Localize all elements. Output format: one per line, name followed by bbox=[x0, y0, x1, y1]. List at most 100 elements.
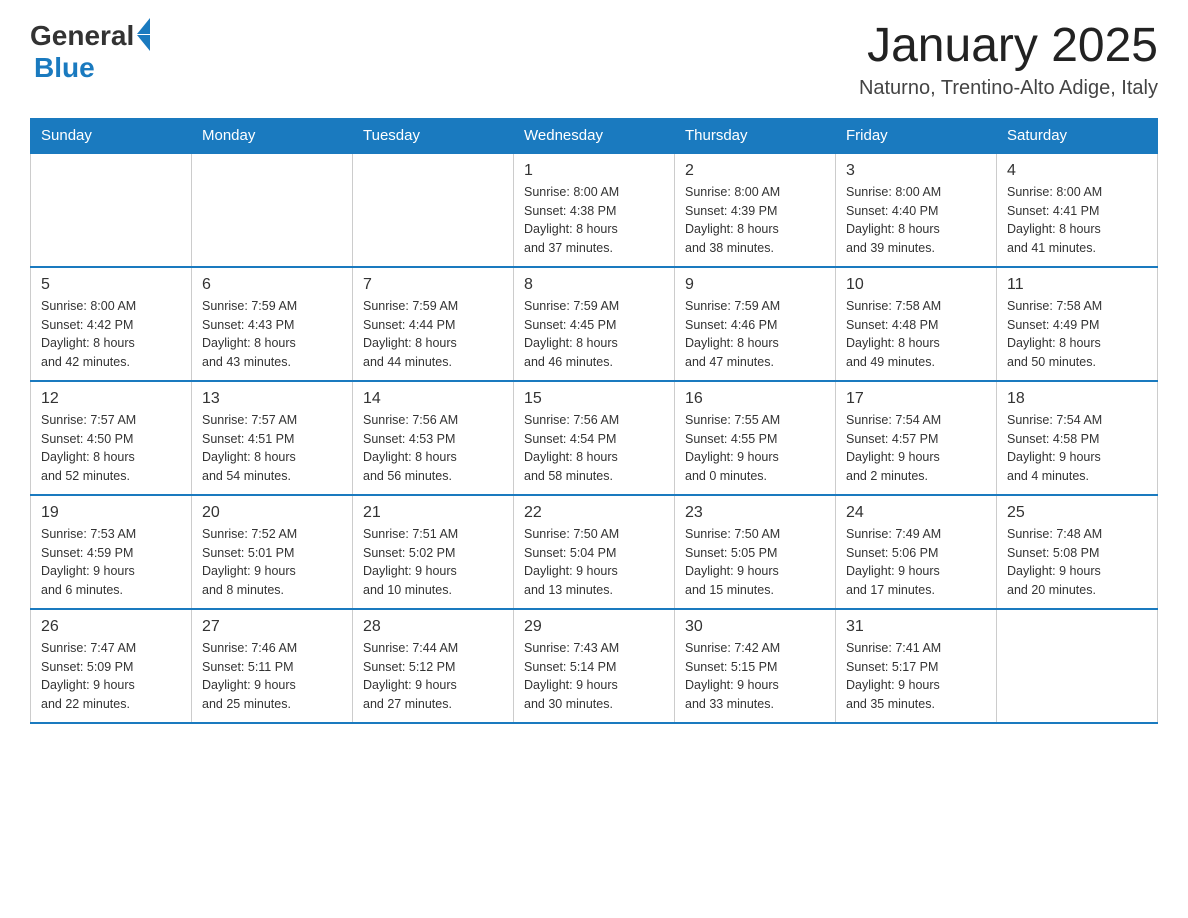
day-number: 25 bbox=[1007, 504, 1147, 522]
logo-blue: Blue bbox=[34, 52, 95, 84]
calendar-cell: 29 Sunrise: 7:43 AMSunset: 5:14 PMDayligh… bbox=[514, 609, 675, 723]
calendar-cell: 31 Sunrise: 7:41 AMSunset: 5:17 PMDayligh… bbox=[836, 609, 997, 723]
day-number: 2 bbox=[685, 162, 825, 180]
day-info: Sunrise: 7:53 AMSunset: 4:59 PMDaylight:… bbox=[41, 525, 181, 600]
calendar-cell: 10 Sunrise: 7:58 AMSunset: 4:48 PMDayligh… bbox=[836, 267, 997, 381]
calendar-cell: 9 Sunrise: 7:59 AMSunset: 4:46 PMDaylight… bbox=[675, 267, 836, 381]
calendar-subtitle: Naturno, Trentino-Alto Adige, Italy bbox=[859, 77, 1158, 100]
day-number: 26 bbox=[41, 618, 181, 636]
calendar-cell: 21 Sunrise: 7:51 AMSunset: 5:02 PMDayligh… bbox=[353, 495, 514, 609]
calendar-cell: 12 Sunrise: 7:57 AMSunset: 4:50 PMDayligh… bbox=[31, 381, 192, 495]
day-info: Sunrise: 8:00 AMSunset: 4:42 PMDaylight:… bbox=[41, 297, 181, 372]
calendar-title: January 2025 bbox=[859, 20, 1158, 73]
day-info: Sunrise: 7:47 AMSunset: 5:09 PMDaylight:… bbox=[41, 639, 181, 714]
day-number: 14 bbox=[363, 390, 503, 408]
day-info: Sunrise: 7:56 AMSunset: 4:53 PMDaylight:… bbox=[363, 411, 503, 486]
day-info: Sunrise: 7:54 AMSunset: 4:57 PMDaylight:… bbox=[846, 411, 986, 486]
calendar-cell: 6 Sunrise: 7:59 AMSunset: 4:43 PMDaylight… bbox=[192, 267, 353, 381]
calendar-cell: 17 Sunrise: 7:54 AMSunset: 4:57 PMDayligh… bbox=[836, 381, 997, 495]
day-number: 13 bbox=[202, 390, 342, 408]
day-info: Sunrise: 7:57 AMSunset: 4:50 PMDaylight:… bbox=[41, 411, 181, 486]
calendar-cell: 4 Sunrise: 8:00 AMSunset: 4:41 PMDaylight… bbox=[997, 153, 1158, 267]
day-number: 1 bbox=[524, 162, 664, 180]
calendar-cell: 11 Sunrise: 7:58 AMSunset: 4:49 PMDayligh… bbox=[997, 267, 1158, 381]
header-tuesday: Tuesday bbox=[353, 118, 514, 153]
day-info: Sunrise: 7:44 AMSunset: 5:12 PMDaylight:… bbox=[363, 639, 503, 714]
header-sunday: Sunday bbox=[31, 118, 192, 153]
calendar-cell: 19 Sunrise: 7:53 AMSunset: 4:59 PMDayligh… bbox=[31, 495, 192, 609]
day-info: Sunrise: 7:54 AMSunset: 4:58 PMDaylight:… bbox=[1007, 411, 1147, 486]
day-number: 31 bbox=[846, 618, 986, 636]
calendar-table: SundayMondayTuesdayWednesdayThursdayFrid… bbox=[30, 118, 1158, 724]
day-number: 3 bbox=[846, 162, 986, 180]
header-monday: Monday bbox=[192, 118, 353, 153]
title-area: January 2025 Naturno, Trentino-Alto Adig… bbox=[859, 20, 1158, 100]
header-wednesday: Wednesday bbox=[514, 118, 675, 153]
calendar-cell bbox=[192, 153, 353, 267]
day-number: 19 bbox=[41, 504, 181, 522]
day-number: 16 bbox=[685, 390, 825, 408]
calendar-cell: 7 Sunrise: 7:59 AMSunset: 4:44 PMDaylight… bbox=[353, 267, 514, 381]
calendar-cell: 3 Sunrise: 8:00 AMSunset: 4:40 PMDaylight… bbox=[836, 153, 997, 267]
day-number: 11 bbox=[1007, 276, 1147, 294]
day-number: 23 bbox=[685, 504, 825, 522]
day-info: Sunrise: 7:51 AMSunset: 5:02 PMDaylight:… bbox=[363, 525, 503, 600]
calendar-cell: 27Sunrise: 7:46 AMSunset: 5:11 PMDayligh… bbox=[192, 609, 353, 723]
day-info: Sunrise: 8:00 AMSunset: 4:41 PMDaylight:… bbox=[1007, 183, 1147, 258]
day-info: Sunrise: 7:59 AMSunset: 4:44 PMDaylight:… bbox=[363, 297, 503, 372]
day-info: Sunrise: 7:56 AMSunset: 4:54 PMDaylight:… bbox=[524, 411, 664, 486]
calendar-cell bbox=[997, 609, 1158, 723]
calendar-cell: 26 Sunrise: 7:47 AMSunset: 5:09 PMDayligh… bbox=[31, 609, 192, 723]
calendar-cell: 8Sunrise: 7:59 AMSunset: 4:45 PMDaylight… bbox=[514, 267, 675, 381]
calendar-cell: 24Sunrise: 7:49 AMSunset: 5:06 PMDayligh… bbox=[836, 495, 997, 609]
calendar-cell: 25 Sunrise: 7:48 AMSunset: 5:08 PMDayligh… bbox=[997, 495, 1158, 609]
logo-general: General bbox=[30, 20, 134, 52]
calendar-cell: 1 Sunrise: 8:00 AMSunset: 4:38 PMDaylight… bbox=[514, 153, 675, 267]
day-info: Sunrise: 7:58 AMSunset: 4:49 PMDaylight:… bbox=[1007, 297, 1147, 372]
day-number: 10 bbox=[846, 276, 986, 294]
day-info: Sunrise: 7:59 AMSunset: 4:45 PMDaylight:… bbox=[524, 297, 664, 372]
day-number: 22 bbox=[524, 504, 664, 522]
calendar-cell: 28 Sunrise: 7:44 AMSunset: 5:12 PMDayligh… bbox=[353, 609, 514, 723]
week-row-4: 26 Sunrise: 7:47 AMSunset: 5:09 PMDayligh… bbox=[31, 609, 1158, 723]
day-info: Sunrise: 8:00 AMSunset: 4:40 PMDaylight:… bbox=[846, 183, 986, 258]
day-info: Sunrise: 7:58 AMSunset: 4:48 PMDaylight:… bbox=[846, 297, 986, 372]
day-number: 6 bbox=[202, 276, 342, 294]
day-number: 15 bbox=[524, 390, 664, 408]
day-number: 7 bbox=[363, 276, 503, 294]
day-info: Sunrise: 8:00 AMSunset: 4:39 PMDaylight:… bbox=[685, 183, 825, 258]
week-row-3: 19 Sunrise: 7:53 AMSunset: 4:59 PMDayligh… bbox=[31, 495, 1158, 609]
day-info: Sunrise: 7:41 AMSunset: 5:17 PMDaylight:… bbox=[846, 639, 986, 714]
calendar-cell: 23 Sunrise: 7:50 AMSunset: 5:05 PMDayligh… bbox=[675, 495, 836, 609]
calendar-cell: 13Sunrise: 7:57 AMSunset: 4:51 PMDayligh… bbox=[192, 381, 353, 495]
day-number: 9 bbox=[685, 276, 825, 294]
day-info: Sunrise: 8:00 AMSunset: 4:38 PMDaylight:… bbox=[524, 183, 664, 258]
calendar-cell: 20Sunrise: 7:52 AMSunset: 5:01 PMDayligh… bbox=[192, 495, 353, 609]
day-info: Sunrise: 7:50 AMSunset: 5:04 PMDaylight:… bbox=[524, 525, 664, 600]
week-row-2: 12 Sunrise: 7:57 AMSunset: 4:50 PMDayligh… bbox=[31, 381, 1158, 495]
calendar-cell bbox=[353, 153, 514, 267]
day-number: 29 bbox=[524, 618, 664, 636]
calendar-cell: 22 Sunrise: 7:50 AMSunset: 5:04 PMDayligh… bbox=[514, 495, 675, 609]
calendar-cell: 2 Sunrise: 8:00 AMSunset: 4:39 PMDaylight… bbox=[675, 153, 836, 267]
day-info: Sunrise: 7:59 AMSunset: 4:43 PMDaylight:… bbox=[202, 297, 342, 372]
week-row-0: 1 Sunrise: 8:00 AMSunset: 4:38 PMDaylight… bbox=[31, 153, 1158, 267]
day-info: Sunrise: 7:59 AMSunset: 4:46 PMDaylight:… bbox=[685, 297, 825, 372]
calendar-cell bbox=[31, 153, 192, 267]
day-info: Sunrise: 7:50 AMSunset: 5:05 PMDaylight:… bbox=[685, 525, 825, 600]
day-number: 27 bbox=[202, 618, 342, 636]
day-number: 18 bbox=[1007, 390, 1147, 408]
day-number: 21 bbox=[363, 504, 503, 522]
calendar-header-row: SundayMondayTuesdayWednesdayThursdayFrid… bbox=[31, 118, 1158, 153]
day-number: 12 bbox=[41, 390, 181, 408]
day-number: 28 bbox=[363, 618, 503, 636]
day-number: 4 bbox=[1007, 162, 1147, 180]
calendar-cell: 30Sunrise: 7:42 AMSunset: 5:15 PMDayligh… bbox=[675, 609, 836, 723]
day-number: 17 bbox=[846, 390, 986, 408]
day-number: 30 bbox=[685, 618, 825, 636]
day-info: Sunrise: 7:49 AMSunset: 5:06 PMDaylight:… bbox=[846, 525, 986, 600]
calendar-cell: 14 Sunrise: 7:56 AMSunset: 4:53 PMDayligh… bbox=[353, 381, 514, 495]
day-info: Sunrise: 7:43 AMSunset: 5:14 PMDaylight:… bbox=[524, 639, 664, 714]
logo: General Blue bbox=[30, 20, 150, 84]
day-info: Sunrise: 7:48 AMSunset: 5:08 PMDaylight:… bbox=[1007, 525, 1147, 600]
